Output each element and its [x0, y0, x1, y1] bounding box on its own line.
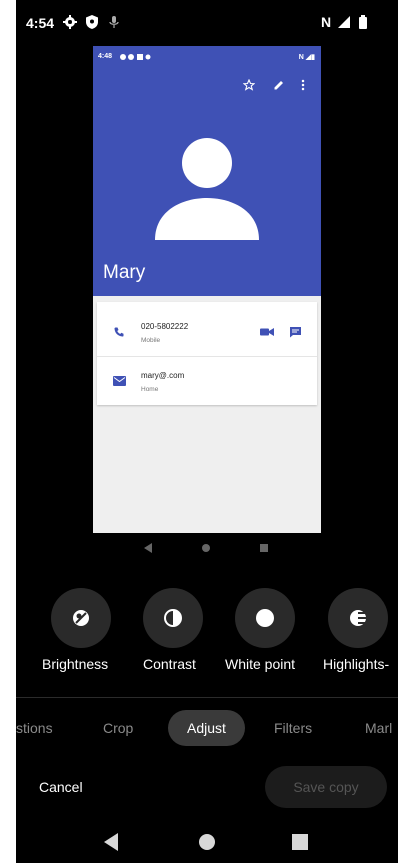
- shield-icon: [86, 15, 98, 29]
- white-point-icon: [256, 609, 274, 627]
- preview-status-icons: [120, 54, 151, 60]
- settings-icon: [63, 15, 77, 29]
- contrast-button[interactable]: [143, 588, 203, 648]
- preview-status-right: N ◢▮: [299, 53, 315, 61]
- brightness-label: Brightness: [42, 656, 109, 672]
- editor-tabs: stions Crop Adjust Filters Marl: [16, 706, 398, 750]
- screenshot-preview[interactable]: 4:48 N ◢▮ Mary 020-5802222 Mobile mary@.…: [93, 46, 321, 533]
- message-icon[interactable]: [289, 326, 302, 338]
- nfc-indicator: N: [321, 14, 332, 30]
- contact-action-bar: [93, 76, 321, 96]
- home-icon[interactable]: [198, 833, 216, 851]
- phone-type: Mobile: [141, 337, 161, 344]
- more-options-icon[interactable]: [300, 79, 306, 91]
- white-point-button[interactable]: [235, 588, 295, 648]
- back-icon[interactable]: [103, 833, 119, 851]
- contact-avatar-icon: [155, 138, 259, 240]
- preview-back-icon: [144, 543, 152, 553]
- phone-icon: [114, 327, 124, 337]
- highlights-icon: [350, 610, 366, 626]
- battery-icon: [359, 15, 367, 29]
- brightness-button[interactable]: [51, 588, 111, 648]
- contact-details-card: 020-5802222 Mobile mary@.com Home: [97, 302, 317, 405]
- phone-row[interactable]: 020-5802222 Mobile: [97, 302, 317, 357]
- contrast-icon: [164, 609, 182, 627]
- preview-recents-icon: [260, 544, 268, 552]
- editor-screen: 4:54 N 4:48 N ◢▮ Mary 020-5802222 Mobile…: [16, 0, 398, 863]
- divider: [16, 697, 398, 698]
- tab-suggestions[interactable]: stions: [16, 720, 53, 736]
- tab-adjust[interactable]: Adjust: [168, 710, 245, 746]
- status-time: 4:54: [26, 15, 55, 31]
- tab-markup[interactable]: Marl: [365, 720, 392, 736]
- email-address: mary@.com: [141, 371, 185, 380]
- preview-nav-bar: [16, 540, 398, 556]
- contact-name: Mary: [103, 262, 146, 283]
- signal-icon: [338, 16, 350, 28]
- highlights-button[interactable]: [328, 588, 388, 648]
- email-type: Home: [141, 386, 159, 393]
- microphone-icon: [109, 16, 119, 28]
- contrast-label: Contrast: [143, 656, 196, 672]
- phone-number: 020-5802222: [141, 322, 189, 331]
- preview-signal-icon: ◢▮: [305, 54, 315, 61]
- star-icon[interactable]: [243, 79, 255, 91]
- edit-icon[interactable]: [273, 79, 285, 91]
- white-point-label: White point: [225, 656, 296, 672]
- preview-home-icon: [202, 544, 210, 552]
- preview-status-bar: 4:48 N ◢▮: [93, 46, 321, 68]
- preview-network: N: [298, 54, 304, 61]
- system-nav-bar: [16, 822, 398, 862]
- email-row[interactable]: mary@.com Home: [97, 357, 317, 405]
- status-bar: 4:54 N: [16, 0, 398, 46]
- brightness-icon: [73, 610, 89, 626]
- preview-status-time: 4:48: [98, 53, 113, 60]
- contact-header: 4:48 N ◢▮ Mary: [93, 46, 321, 296]
- tab-crop[interactable]: Crop: [103, 720, 133, 736]
- video-call-icon[interactable]: [260, 327, 274, 337]
- email-icon: [113, 376, 126, 386]
- tab-filters[interactable]: Filters: [274, 720, 312, 736]
- highlights-label: Highlights-: [323, 656, 390, 672]
- recents-icon[interactable]: [292, 834, 308, 850]
- save-copy-button[interactable]: Save copy: [265, 766, 387, 808]
- cancel-button[interactable]: Cancel: [39, 779, 83, 795]
